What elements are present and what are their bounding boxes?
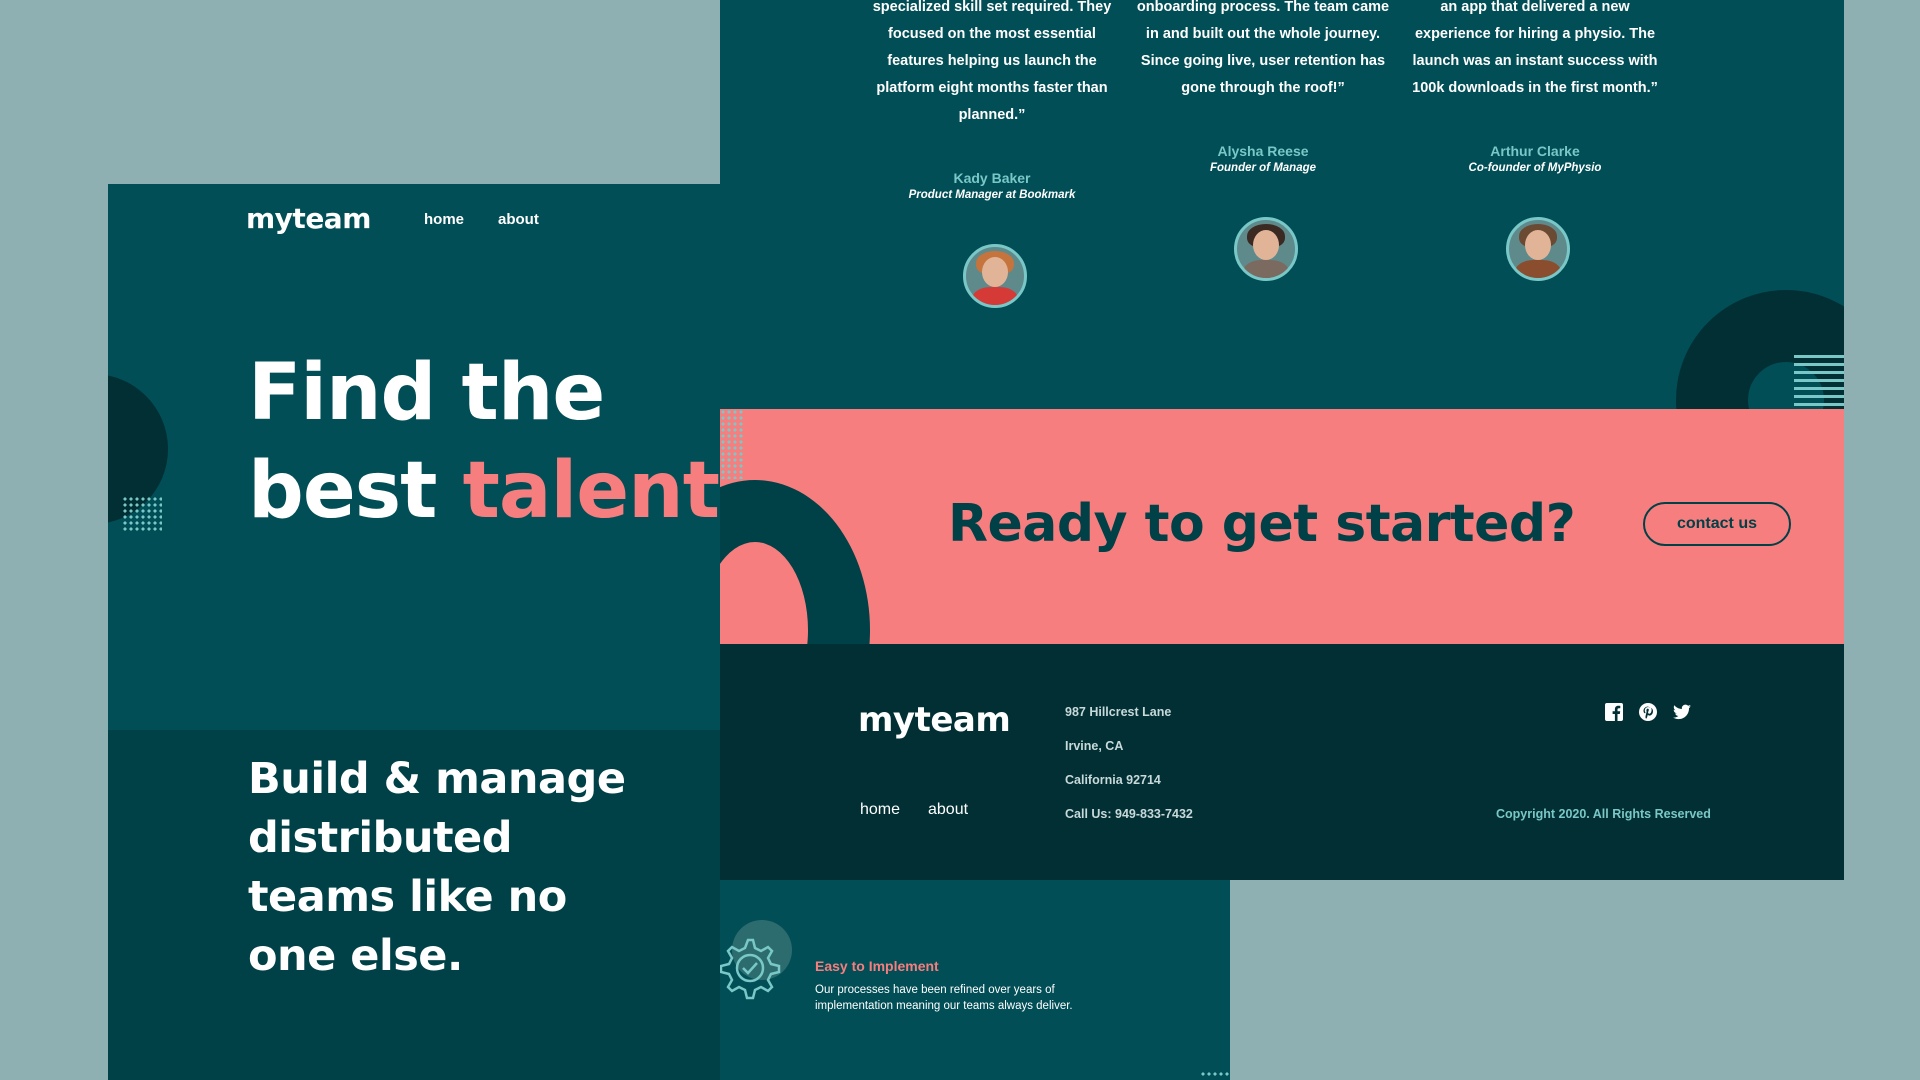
cta-heading: Ready to get started? <box>948 494 1576 554</box>
address-line: 987 Hillcrest Lane <box>1065 705 1172 719</box>
feature-description: Our processes have been refined over yea… <box>815 984 1073 1012</box>
testimonial-role: Founder of Manage <box>1209 162 1317 174</box>
testimonial-role: Product Manager at Bookmark <box>908 189 1076 201</box>
feature-title: Easy to Implement <box>815 958 939 974</box>
logo[interactable]: myteam <box>246 202 371 235</box>
testimonial-role: Co-founder of MyPhysio <box>1468 162 1602 174</box>
contact-us-button[interactable]: contact us <box>1643 502 1791 546</box>
testimonials-cta-footer-panel: specialized skill set required. They foc… <box>720 0 1844 880</box>
decorative-stripes <box>1794 355 1844 407</box>
decorative-dots <box>122 496 162 532</box>
avatar <box>963 244 1027 308</box>
footer: myteam home about 987 Hillcrest Lane Irv… <box>720 644 1844 880</box>
hero-title-line2: best <box>248 446 463 536</box>
testimonial-quote: specialized skill set required. They foc… <box>872 0 1112 123</box>
feature-panel: Easy to Implement Our processes have bee… <box>720 880 1230 1080</box>
decorative-stripes <box>720 571 784 629</box>
testimonial-name: Kady Baker <box>953 170 1031 186</box>
avatar <box>1234 217 1298 281</box>
gear-check-icon <box>720 938 781 1000</box>
facebook-icon[interactable] <box>1604 702 1624 722</box>
hero-title-line1: Find the <box>248 348 605 438</box>
testimonial-name: Alysha Reese <box>1217 143 1309 159</box>
address-line: Irvine, CA <box>1065 739 1124 753</box>
decorative-dots <box>720 409 744 479</box>
copyright-text: Copyright 2020. All Rights Reserved <box>1496 807 1711 821</box>
hero-title-accent: talent <box>462 446 720 536</box>
testimonial-name: Arthur Clarke <box>1490 143 1580 159</box>
address-line: California 92714 <box>1065 773 1161 787</box>
hero-panel: myteam home about Find the best talent B… <box>108 184 720 1080</box>
footer-nav-home-link[interactable]: home <box>860 801 900 819</box>
twitter-icon[interactable] <box>1672 702 1692 722</box>
nav-about-link[interactable]: about <box>498 211 539 228</box>
footer-logo[interactable]: myteam <box>858 700 1011 740</box>
pinterest-icon[interactable] <box>1638 702 1658 722</box>
cta-section: Ready to get started? contact us <box>720 409 1844 644</box>
decorative-dots <box>1200 1071 1230 1077</box>
nav-home-link[interactable]: home <box>424 211 464 228</box>
testimonial-quote: onboarding process. The team came in and… <box>1136 0 1390 96</box>
testimonial-quote: an app that delivered a new experience f… <box>1412 0 1658 96</box>
hero-section: myteam home about Find the best talent <box>108 184 720 730</box>
phone-line: Call Us: 949-833-7432 <box>1065 807 1193 821</box>
intro-heading: Build & manage distributed teams like no… <box>248 754 626 981</box>
footer-nav-about-link[interactable]: about <box>928 801 968 819</box>
avatar <box>1506 217 1570 281</box>
hero-title: Find the best talent <box>248 344 720 540</box>
